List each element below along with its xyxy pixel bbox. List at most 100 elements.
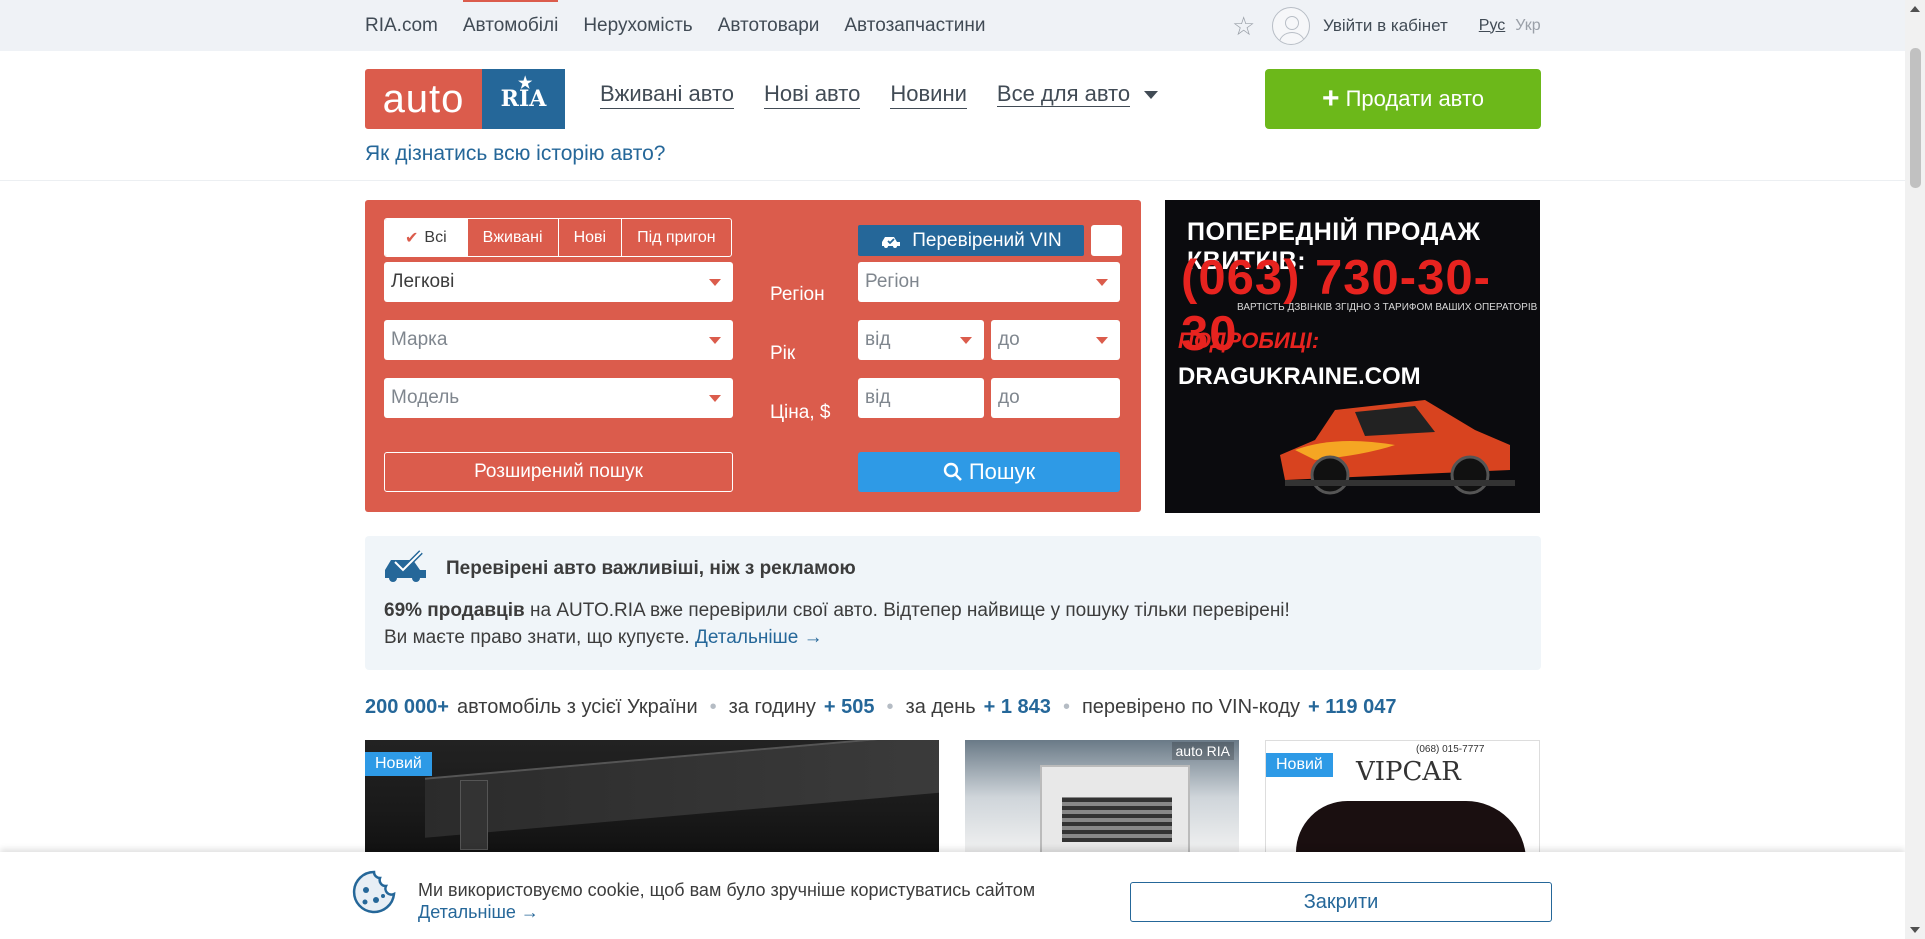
top-right: ☆ Увійти в кабінет Рус Укр <box>1232 0 1541 51</box>
chevron-down-icon <box>709 395 721 402</box>
model-placeholder: Модель <box>391 387 460 408</box>
stat-vin[interactable]: + 119 047 <box>1308 696 1396 719</box>
logo-star-icon: ★ <box>518 73 533 92</box>
info-title: Перевірені авто важливіші, ніж з рекламо… <box>446 558 856 579</box>
cookie-text: Ми використовуємо cookie, щоб вам було з… <box>418 880 1036 900</box>
topnav-item-realty[interactable]: Нерухомість <box>583 0 692 51</box>
verified-info-block: Перевірені авто важливіші, ніж з рекламо… <box>365 536 1541 670</box>
verified-vin-checkbox[interactable] <box>1091 225 1122 256</box>
topnav-item-cars[interactable]: Автомобілі <box>462 0 559 51</box>
sell-car-button[interactable]: + Продати авто <box>1265 69 1541 129</box>
tab-all[interactable]: ✔ Всі <box>385 219 467 256</box>
separator-dot: • <box>1062 696 1070 718</box>
chevron-down-icon <box>960 337 972 344</box>
ad-note: ВАРТІСТЬ ДЗВІНКІВ ЗГІДНО З ТАРИФОМ ВАШИХ… <box>1237 302 1538 313</box>
year-from-select[interactable]: від <box>858 320 984 360</box>
search-button[interactable]: Пошук <box>858 452 1120 492</box>
lang-uk[interactable]: Укр <box>1515 17 1540 35</box>
car-interior-buttons <box>460 780 488 850</box>
stat-vin-text: перевірено по VIN-коду <box>1081 696 1301 718</box>
extended-search-button[interactable]: Розширений пошук <box>384 452 733 492</box>
page-scrollbar[interactable] <box>1905 0 1925 939</box>
price-from-placeholder: від <box>865 387 891 408</box>
nav-news[interactable]: Новини <box>890 80 967 109</box>
ad-banner[interactable]: ПОПЕРЕДНІЙ ПРОДАЖ КВИТКІВ: (063) 730-30-… <box>1165 200 1540 513</box>
year-to-placeholder: до <box>998 329 1020 350</box>
brand-select[interactable]: Марка <box>384 320 733 360</box>
new-badge: Новий <box>1266 753 1333 777</box>
price-to-placeholder: до <box>998 387 1020 408</box>
price-label: Ціна, $ <box>770 402 831 423</box>
vehicle-type-select[interactable]: Легкові <box>384 262 733 302</box>
info-line1: 69% продавців на AUTO.RIA вже перевірили… <box>384 600 1290 622</box>
verified-vin-toggle[interactable]: Перевірений VIN <box>858 225 1084 256</box>
sell-car-label: Продати авто <box>1345 86 1484 111</box>
info-bold: 69% продавців <box>384 600 525 621</box>
price-to-input[interactable]: до <box>991 378 1120 418</box>
topnav-item-ria[interactable]: RIA.com <box>365 0 438 51</box>
check-icon: ✔ <box>405 229 419 247</box>
sedan-image <box>1296 801 1526 854</box>
logo-auto: auto <box>365 69 482 129</box>
main-nav: Вживані авто Нові авто Новини Все для ав… <box>600 80 1158 109</box>
nav-new-cars[interactable]: Нові авто <box>764 80 861 109</box>
tab-new[interactable]: Нові <box>557 219 622 256</box>
scroll-down-icon[interactable] <box>1910 927 1920 933</box>
year-from-placeholder: від <box>865 329 891 350</box>
brand-placeholder: Марка <box>391 329 448 350</box>
tab-used[interactable]: Вживані <box>466 219 558 256</box>
search-button-label: Пошук <box>968 459 1036 484</box>
scroll-up-icon[interactable] <box>1910 6 1920 12</box>
region-select[interactable]: Регіон <box>858 262 1120 302</box>
year-label: Рік <box>770 343 796 364</box>
ad-details: ПОДРОБИЦІ: <box>1178 328 1320 353</box>
dealer-phone: (068) 015-7777 <box>1416 744 1485 755</box>
cookie-icon <box>352 870 396 914</box>
stat-day[interactable]: + 1 843 <box>984 696 1051 719</box>
condition-tabs: ✔ Всі Вживані Нові Під пригон <box>384 218 732 257</box>
stat-total[interactable]: 200 000+ <box>365 696 449 719</box>
logo-ria: ★ RIA <box>482 69 565 129</box>
price-from-input[interactable]: від <box>858 378 984 418</box>
truck-grill <box>1062 797 1172 842</box>
chevron-down-icon <box>709 279 721 286</box>
chevron-down-icon <box>709 337 721 344</box>
site-logo[interactable]: auto ★ RIA <box>365 69 565 129</box>
ad-site: DRAGUKRAINE.COM <box>1178 363 1421 390</box>
listing-card[interactable]: Новий <box>365 740 939 855</box>
nav-all-for-car-label: Все для авто <box>996 81 1131 107</box>
top-nav: RIA.com Автомобілі Нерухомість Автотовар… <box>365 0 986 51</box>
nav-used-cars[interactable]: Вживані авто <box>600 80 735 109</box>
cookie-banner: Ми використовуємо cookie, щоб вам було з… <box>0 852 1905 939</box>
listing-card[interactable]: auto RIA <box>965 740 1239 855</box>
topnav-item-autogoods[interactable]: Автотовари <box>718 0 820 51</box>
cookie-more-link[interactable]: Детальніше → <box>418 902 539 923</box>
listing-card[interactable]: Новий (068) 015-7777 VIPCAR <box>1265 740 1540 855</box>
dragster-car-image <box>1280 400 1515 495</box>
stats-line: 200 000+ автомобіль з усієї України • за… <box>365 696 1396 719</box>
avatar-icon[interactable] <box>1272 6 1310 45</box>
tab-all-label: Всі <box>424 228 447 246</box>
search-icon <box>943 462 962 481</box>
stat-hour[interactable]: + 505 <box>824 696 875 719</box>
cookie-close-button[interactable]: Закрити <box>1130 882 1552 922</box>
dealer-brand: VIPCAR <box>1356 757 1461 787</box>
scroll-thumb[interactable] <box>1910 48 1921 188</box>
new-badge: Новий <box>365 752 432 776</box>
nav-all-for-car[interactable]: Все для авто <box>996 80 1158 109</box>
year-to-select[interactable]: до <box>991 320 1120 360</box>
tab-import[interactable]: Під пригон <box>621 219 731 256</box>
language-switch: Рус Укр <box>1479 17 1541 35</box>
car-interior-image <box>425 740 939 838</box>
stat-hour-text: за годину <box>728 696 816 718</box>
favorites-star-icon[interactable]: ☆ <box>1232 13 1258 39</box>
history-link[interactable]: Як дізнатись всю історію авто? <box>365 142 665 166</box>
stat-total-text: автомобіль з усієї України <box>456 696 698 718</box>
verified-vin-label: Перевірений VIN <box>912 229 1062 251</box>
login-link[interactable]: Увійти в кабінет <box>1323 16 1448 36</box>
model-select[interactable]: Модель <box>384 378 733 418</box>
info-more-link[interactable]: Детальніше → <box>695 627 823 648</box>
stat-day-text: за день <box>905 696 976 718</box>
lang-ru[interactable]: Рус <box>1479 17 1506 35</box>
topnav-item-autoparts[interactable]: Автозапчастини <box>844 0 985 51</box>
